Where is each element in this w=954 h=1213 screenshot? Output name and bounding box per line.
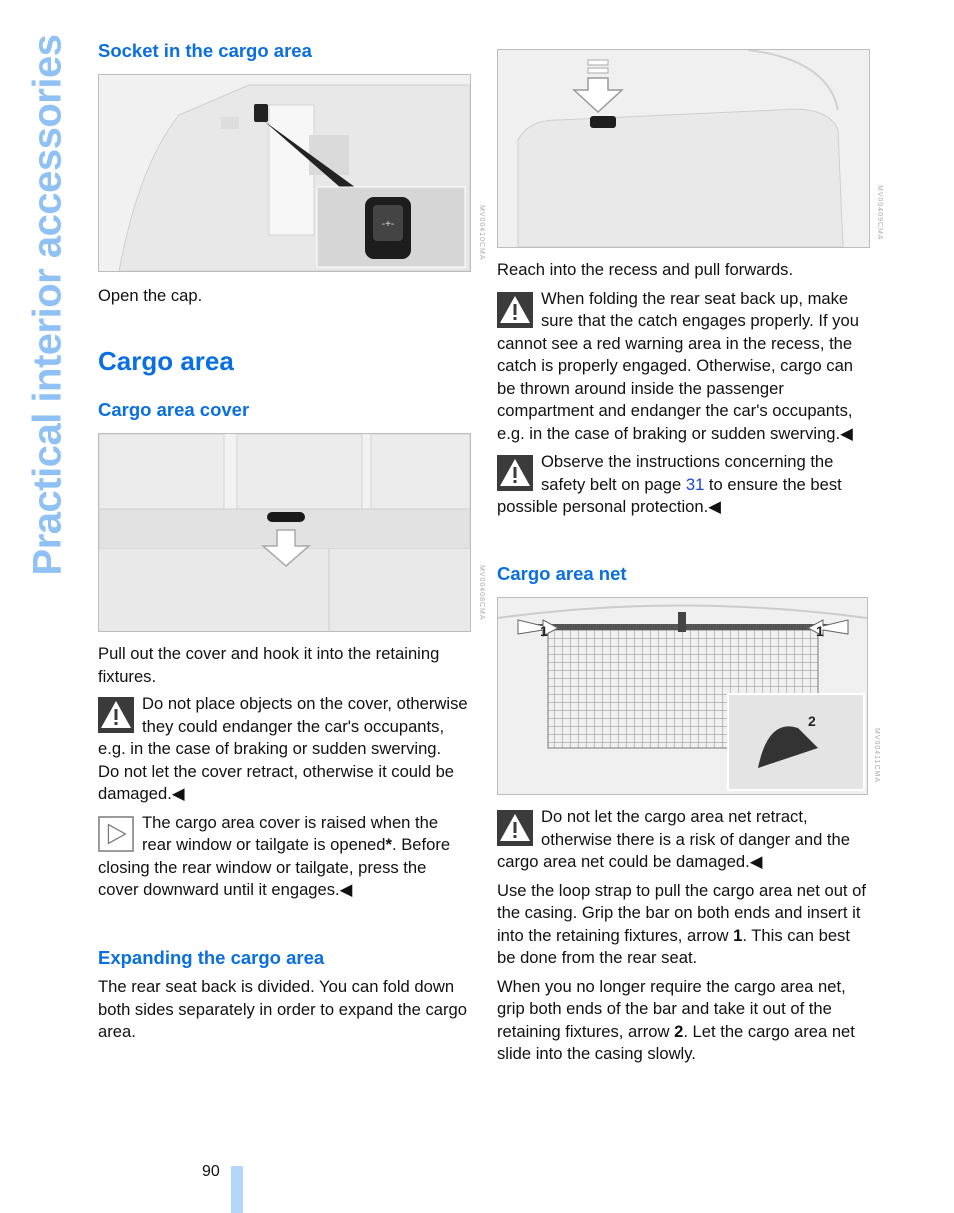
socket-heading: Socket in the cargo area bbox=[98, 40, 312, 61]
seat-illustration bbox=[498, 50, 869, 247]
socket-illustration: -+- bbox=[99, 75, 470, 271]
net-heading: Cargo area net bbox=[497, 563, 627, 584]
seat-text: Reach into the recess and pull forwards. bbox=[497, 260, 794, 279]
expand-heading: Expanding the cargo area bbox=[98, 947, 325, 968]
socket-figure-code: MV00410CMA bbox=[478, 205, 485, 261]
seat-figure-code: MV00409CMA bbox=[876, 185, 883, 241]
end-mark: ◀ bbox=[339, 880, 353, 899]
cover-figure-code: MV00408CMA bbox=[478, 565, 485, 621]
warning-note-seat: When folding the rear seat back up, make… bbox=[497, 288, 869, 446]
page-marker-bar bbox=[231, 1166, 243, 1213]
warning-note-cover: Do not place objects on the cover, other… bbox=[98, 693, 470, 806]
warning-note-net: Do not let the cargo area net retract, o… bbox=[497, 806, 869, 874]
section-title-text: Practical interior accessories bbox=[25, 34, 70, 576]
section-side-title: Practical interior accessories bbox=[18, 35, 78, 576]
warning-cover-text: Do not place objects on the cover, other… bbox=[98, 694, 468, 758]
warning-note-belt: Observe the instructions concerning the … bbox=[497, 451, 869, 519]
arrow-ref-1: 1 bbox=[733, 925, 743, 945]
seat-figure bbox=[497, 49, 870, 248]
warning-net-text: Do not let the cargo area net retract, o… bbox=[497, 807, 851, 871]
net-figure: 1 1 2 bbox=[497, 597, 868, 795]
end-mark: ◀ bbox=[749, 852, 763, 871]
net-figure-code: MV00411CMA bbox=[873, 728, 880, 784]
warning-triangle-icon bbox=[497, 291, 533, 328]
warning-triangle-icon bbox=[497, 810, 533, 846]
end-mark: ◀ bbox=[708, 497, 722, 516]
page-number: 90 bbox=[202, 1163, 220, 1180]
warning-cover-text-2: Do not let the cover retract, otherwise … bbox=[98, 761, 455, 804]
cover-illustration bbox=[99, 434, 470, 631]
cover-figure bbox=[98, 433, 471, 632]
warning-triangle-icon bbox=[98, 697, 134, 733]
socket-text: Open the cap. bbox=[98, 286, 203, 305]
expand-text: The rear seat back is divided. You can f… bbox=[98, 977, 467, 1041]
svg-text:-+-: -+- bbox=[382, 219, 395, 230]
cover-text: Pull out the cover and hook it into the … bbox=[98, 644, 440, 686]
end-mark: ◀ bbox=[840, 423, 853, 443]
hint-note-cover: The cargo area cover is raised when the … bbox=[98, 812, 470, 902]
socket-figure: -+- bbox=[98, 74, 471, 272]
hint-play-icon bbox=[98, 815, 134, 852]
cargo-area-heading: Cargo area bbox=[98, 346, 234, 376]
left-column: Socket in the cargo area bbox=[98, 40, 470, 62]
arrow-label-2: 2 bbox=[808, 713, 816, 729]
arrow-label-1-right: 1 bbox=[816, 623, 824, 639]
warning-seat-text: When folding the rear seat back up, make… bbox=[497, 288, 859, 443]
net-illustration: 1 1 2 bbox=[498, 598, 867, 794]
warning-triangle-icon bbox=[497, 455, 533, 491]
arrow-ref-2: 2 bbox=[674, 1021, 684, 1041]
arrow-label-1-left: 1 bbox=[540, 623, 548, 639]
end-mark: ◀ bbox=[171, 784, 185, 803]
page-31-link[interactable]: 31 bbox=[686, 475, 704, 494]
cover-heading: Cargo area cover bbox=[98, 399, 250, 420]
